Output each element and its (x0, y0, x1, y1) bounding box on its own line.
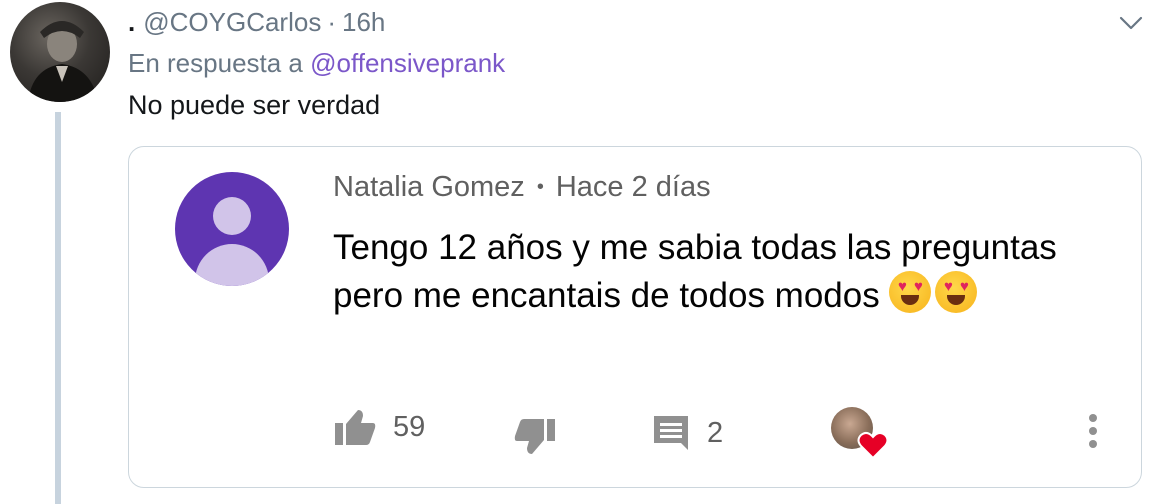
thread-connector-line (55, 112, 61, 504)
user-handle[interactable]: @COYGCarlos (143, 7, 321, 38)
comment-timestamp: Hace 2 días (555, 171, 711, 203)
avatar-photo (28, 21, 98, 102)
comment-actions-bar: 59 2 (129, 397, 1141, 460)
thumbs-down-icon (514, 419, 555, 454)
display-name[interactable]: . (128, 7, 135, 38)
avatar-shoulders-shape (195, 244, 269, 286)
comment-body: Tengo 12 años y me sabia todas las pregu… (333, 225, 1073, 319)
avatar-head-shape (213, 197, 251, 235)
comment-author-avatar (175, 172, 289, 286)
dislike-button[interactable] (513, 417, 557, 457)
header-separator: · (327, 6, 336, 37)
chevron-down-icon (1119, 16, 1143, 30)
tweet-header: . @COYGCarlos · 16h (128, 4, 385, 40)
heart-eyes-emoji: ♥ ♥ (935, 271, 978, 313)
user-avatar[interactable] (10, 2, 110, 102)
embedded-comment-screenshot[interactable]: Natalia Gomez • Hace 2 días Tengo 12 año… (128, 146, 1142, 488)
comment-meta-separator: • (536, 176, 544, 198)
more-options-button[interactable] (1085, 411, 1101, 451)
thumbs-up-icon (335, 410, 376, 445)
tweet-text: No puede ser verdad (128, 90, 381, 120)
like-count: 59 (393, 410, 426, 443)
comment-author-name: Natalia Gomez (333, 171, 525, 203)
like-button[interactable]: 59 (333, 407, 425, 447)
reply-context: En respuesta a @offensiveprank (128, 48, 505, 79)
reply-prefix: En respuesta a (128, 48, 303, 78)
reply-count: 2 (707, 416, 724, 449)
tweet-timestamp[interactable]: 16h (342, 7, 385, 38)
heart-eyes-emoji: ♥ ♥ (889, 271, 932, 313)
heart-icon (857, 431, 889, 460)
comment-meta: Natalia Gomez • Hace 2 días (333, 171, 711, 204)
creator-heart-badge[interactable] (831, 407, 889, 460)
more-vert-icon (1089, 414, 1097, 448)
reply-to-handle-link[interactable]: @offensiveprank (310, 48, 505, 78)
reply-button[interactable]: 2 (651, 413, 723, 453)
comment-icon (654, 416, 688, 450)
tweet-menu-button[interactable] (1114, 8, 1148, 38)
